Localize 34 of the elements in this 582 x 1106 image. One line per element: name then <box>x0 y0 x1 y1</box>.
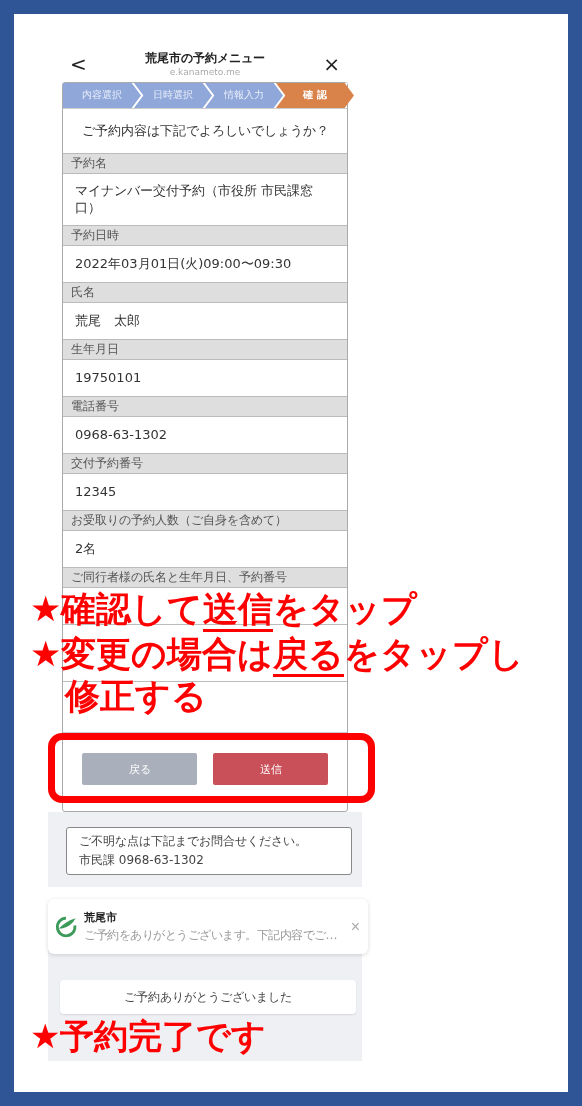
contact-text: ご不明な点は下記までお問合せください。 <box>79 833 308 850</box>
field-label: 予約名 <box>63 153 347 174</box>
annotation-overlay: ★変更の場合は戻る をタップし修正する <box>30 632 526 719</box>
progress-step: 情報入力 <box>205 83 283 108</box>
contact-text: 市民課 0968-63-1302 <box>79 852 205 869</box>
progress-step: 内容選択 <box>63 83 141 108</box>
submit-button[interactable]: 送信 <box>213 753 328 785</box>
field-value: マイナンバー交付予約（市役所 市民課窓口） <box>74 182 315 217</box>
field-label: 予約日時 <box>63 225 347 246</box>
progress-step: 確 認 <box>276 83 354 108</box>
notification-card[interactable]: 荒尾市 ご予約をありがとうございます。下記内容でご… × <box>48 899 368 954</box>
notification-title: 荒尾市 <box>84 909 118 925</box>
field-label: 氏名 <box>63 282 347 303</box>
field-value: 荒尾 太郎 <box>74 311 141 330</box>
field-label: 生年月日 <box>63 339 347 360</box>
leaf-logo-icon <box>54 914 78 939</box>
field-value: 12345 <box>74 482 118 501</box>
field-value: 0968-63-1302 <box>74 425 169 444</box>
thanks-button[interactable]: ご予約ありがとうございました <box>60 980 356 1014</box>
field-label: ご同行者様の氏名と生年月日、予約番号 <box>63 567 347 588</box>
annotation-overlay: ★確認して送信をタップ <box>30 588 531 631</box>
field-label: 電話番号 <box>63 396 347 417</box>
field-label: お受取りの予約人数（ご自身を含めて） <box>63 510 347 531</box>
annotation-text: ★予約完了です <box>30 1018 268 1056</box>
page-url: e.kanameto.me <box>169 67 241 77</box>
page-title: 荒尾市の予約メニュー <box>145 50 265 67</box>
close-button[interactable]: × <box>315 51 348 76</box>
field-label: 交付予約番号 <box>63 453 347 474</box>
progress-step: 日時選択 <box>134 83 212 108</box>
back-button[interactable]: < <box>62 51 95 76</box>
field-value: 19750101 <box>74 368 143 387</box>
field-value: 2022年03月01日(火)09:00〜09:30 <box>74 254 293 273</box>
notification-message: ご予約をありがとうございます。下記内容でご… <box>84 926 338 944</box>
field-value: 2名 <box>74 539 98 558</box>
